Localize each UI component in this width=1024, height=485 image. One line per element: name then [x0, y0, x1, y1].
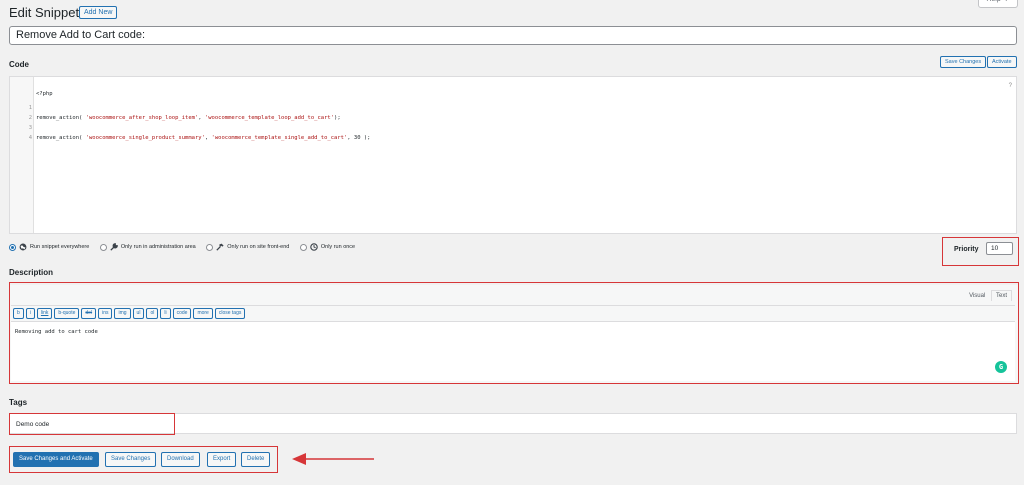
- editor-help-mark[interactable]: ?: [1009, 83, 1012, 89]
- scope-option-frontend[interactable]: Only run on site front-end: [206, 243, 289, 251]
- description-label: Description: [9, 268, 54, 277]
- scope-option-everywhere[interactable]: Run snippet everywhere: [9, 243, 89, 251]
- add-new-button[interactable]: Add New: [79, 6, 118, 19]
- red-arrow-icon: [292, 453, 374, 465]
- activate-top-button[interactable]: Activate: [987, 56, 1017, 68]
- priority-label: Priority: [954, 246, 979, 253]
- scope-label: Run snippet everywhere: [30, 244, 90, 250]
- radio-button[interactable]: [299, 243, 307, 251]
- globe-icon: [19, 243, 27, 251]
- clock-icon: [310, 243, 318, 251]
- hammer-icon: [216, 243, 224, 251]
- help-button[interactable]: Help ▼: [978, 0, 1018, 8]
- code-line: 1 remove_action( 'woocommerce_after_shop…: [28, 105, 341, 121]
- code-line: 4: [28, 135, 32, 141]
- scope-options: Run snippet everywhere Only run in admin…: [9, 243, 364, 253]
- description-highlight-box: [9, 282, 1019, 384]
- scope-option-once[interactable]: Only run once: [299, 243, 356, 251]
- code-line: 2: [28, 115, 32, 121]
- code-line: 3 remove_action( 'woocommerce_single_pro…: [28, 125, 371, 141]
- save-changes-top-button[interactable]: Save Changes: [940, 56, 987, 68]
- actions-highlight-box: [9, 446, 278, 473]
- tags-label: Tags: [9, 398, 28, 407]
- page-title: Edit Snippet: [9, 5, 80, 20]
- radio-button[interactable]: [206, 243, 214, 251]
- code-label: Code: [9, 60, 29, 69]
- scope-label: Only run on site front-end: [227, 244, 290, 250]
- scope-label: Only run in administration area: [120, 244, 196, 250]
- tags-highlight-box: [9, 413, 175, 435]
- scope-label: Only run once: [320, 244, 356, 250]
- scope-option-admin[interactable]: Only run in administration area: [99, 243, 196, 251]
- code-line-text: remove_action( 'woocommerce_single_produ…: [36, 135, 371, 141]
- php-open-tag: <?php: [36, 91, 53, 97]
- wrench-icon: [110, 243, 118, 251]
- radio-button[interactable]: [99, 243, 107, 251]
- code-editor[interactable]: <?php 1 remove_action( 'woocommerce_afte…: [9, 76, 1017, 234]
- snippet-name-input[interactable]: Remove Add to Cart code:: [9, 26, 1017, 45]
- priority-input[interactable]: 10: [986, 242, 1013, 255]
- radio-button[interactable]: [9, 243, 16, 251]
